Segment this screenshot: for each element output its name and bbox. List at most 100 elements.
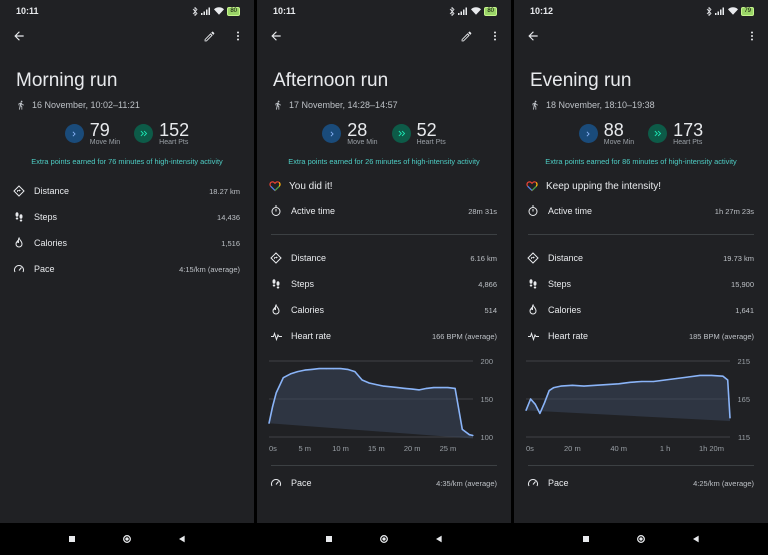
more-options-icon[interactable] [232,29,244,43]
status-icons: 80 [192,6,240,16]
stat-row-pace[interactable]: Pace 4:15/km (average) [0,256,254,282]
heart-rate-point [268,422,270,424]
x-tick-label: 1 h [660,444,670,453]
stats-list: Distance 6.16 km Steps 4,866 Calories 514 Hear… [257,245,511,349]
stat-row-pace[interactable]: Pace 4:25/km (average) [514,470,768,496]
heart-points-label: Heart Pts [416,139,446,146]
status-icons: 79 [706,6,754,16]
back-nav-icon[interactable] [435,535,443,543]
stat-value: 4:25/km (average) [693,478,754,488]
screen-afternoon-run: 10:11 80 Afternoon run 17 November, 14:28–1… [257,0,511,523]
recent-apps-icon[interactable] [68,535,76,543]
stat-value: 15,900 [731,279,754,289]
stat-label: Steps [548,279,572,289]
stat-row-calories[interactable]: Calories 514 [257,297,511,323]
back-arrow-icon[interactable] [269,29,283,43]
home-icon[interactable] [122,534,132,544]
more-options-icon[interactable] [489,29,501,43]
active-time-row[interactable]: Active time 1h 27m 23s [514,198,768,224]
steps-icon [269,278,283,290]
signal-icon [458,7,468,15]
stat-row-pace[interactable]: Pace 4:35/km (average) [257,470,511,496]
app-bar-actions [460,29,501,43]
calories-icon [269,304,283,316]
y-tick-label: 215 [737,357,750,366]
stat-row-steps[interactable]: Steps 15,900 [514,271,768,297]
heart-rate-point [375,383,377,386]
more-options-icon[interactable] [746,29,758,43]
active-time-row[interactable]: Active time 28m 31s [257,198,511,224]
stat-row-heart-rate[interactable]: Heart rate 185 BPM (average) [514,323,768,349]
y-tick-label: 100 [480,433,493,442]
wifi-icon [471,7,482,15]
move-minutes-value: 28 [347,120,368,140]
signal-icon [201,7,211,15]
heart-rate-point [525,409,527,411]
running-icon [530,100,540,110]
edit-icon[interactable] [460,30,473,43]
move-minutes: 88 Move Min [578,121,634,146]
x-tick-label: 0s [269,444,277,453]
heart-rate-chart-svg: 200 150 100 0s 5 m 10 m 15 m 20 m 25 m [268,357,493,453]
stat-label: Steps [291,279,315,289]
stat-label: Calories [34,238,68,248]
stat-value: 4:35/km (average) [436,478,497,488]
heart-points-label: Heart Pts [673,139,703,146]
stat-row-steps[interactable]: Steps 4,866 [257,271,511,297]
app-bar [514,22,768,50]
extra-points-note: Extra points earned for 26 minutes of hi… [288,157,480,166]
status-bar: 10:12 79 [514,0,768,22]
stat-value: 514 [484,305,497,315]
recent-apps-icon[interactable] [582,535,590,543]
timer-icon [269,205,283,217]
edit-icon[interactable] [203,30,216,43]
stat-value: 14,436 [217,212,240,222]
back-nav-icon[interactable] [178,535,186,543]
heart-rate-point [722,375,724,377]
heart-points-icon [391,124,411,143]
active-time-label: Active time [291,206,336,216]
app-bar-actions [746,29,758,43]
heart-rate-point [676,377,678,380]
heart-rate-point [583,385,585,387]
stat-row-distance[interactable]: Distance 19.73 km [514,245,768,271]
stat-row-calories[interactable]: Calories 1,516 [0,230,254,256]
heart-rate-point [382,385,385,387]
home-icon[interactable] [379,534,389,544]
active-time-value: 1h 27m 23s [714,206,754,216]
y-tick-label: 165 [737,395,750,404]
y-tick-label: 200 [480,357,493,366]
pace-icon [12,263,26,275]
stat-row-distance[interactable]: Distance 6.16 km [257,245,511,271]
stat-label: Distance [34,186,70,196]
battery-icon: 80 [484,6,497,16]
stat-row-heart-rate[interactable]: Heart rate 166 BPM (average) [257,323,511,349]
heart-rate-point [539,412,541,415]
heart-rate-point [347,368,349,370]
heart-rate-point [553,387,555,389]
google-fit-goal-icon [526,180,538,192]
heart-rate-point [339,368,342,370]
recent-apps-icon[interactable] [325,535,333,543]
stat-value: 4,866 [478,279,497,289]
stat-row-distance[interactable]: Distance 18.27 km [0,178,254,204]
heart-rate-point [461,428,463,430]
move-minutes-label: Move Min [89,139,121,146]
back-arrow-icon[interactable] [526,29,540,43]
heart-points: 152 Heart Pts [134,121,189,146]
status-time: 10:11 [273,6,296,16]
calories-icon [526,304,540,316]
stat-label: Heart rate [291,331,332,341]
x-tick-label: 15 m [368,444,385,453]
heart-rate-point [472,434,474,437]
heart-rate-point [618,383,620,385]
stat-row-calories[interactable]: Calories 1,641 [514,297,768,323]
home-icon[interactable] [636,534,646,544]
back-arrow-icon[interactable] [12,29,26,43]
bluetooth-icon [706,6,712,16]
nav-group-3 [514,523,768,555]
stat-row-steps[interactable]: Steps 14,436 [0,204,254,230]
stat-label: Pace [548,478,569,488]
extra-points-note: Extra points earned for 86 minutes of hi… [545,157,737,166]
back-nav-icon[interactable] [692,535,700,543]
